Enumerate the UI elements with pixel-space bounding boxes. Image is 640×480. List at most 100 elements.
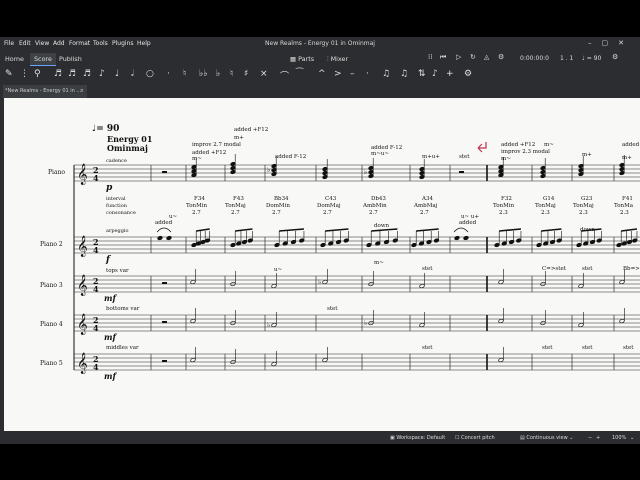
chord-name[interactable]: C43 bbox=[325, 196, 337, 202]
tie-icon[interactable]: ⌒ bbox=[280, 69, 289, 82]
zoom-chevron-down-icon[interactable]: ⌄ bbox=[630, 435, 634, 441]
staff-text-annotation[interactable]: Bb=>st bbox=[623, 266, 640, 272]
chord-name[interactable]: Bb34 bbox=[274, 196, 289, 202]
staff-text-annotation[interactable]: m~u~ bbox=[371, 151, 389, 157]
time-signature-denominator[interactable]: 4 bbox=[93, 362, 99, 372]
notehead[interactable] bbox=[322, 357, 328, 363]
chord-function[interactable]: TonMaj bbox=[573, 203, 594, 209]
rest[interactable] bbox=[162, 171, 167, 173]
staff-text-annotation[interactable]: m+ bbox=[582, 152, 592, 158]
treble-clef-icon[interactable]: 𝄞 bbox=[77, 314, 88, 335]
chord-function[interactable]: TonMin bbox=[493, 203, 514, 209]
staff-text-annotation[interactable]: stet bbox=[422, 345, 433, 351]
fermata-icon[interactable] bbox=[156, 227, 172, 233]
notehead[interactable] bbox=[498, 279, 504, 285]
workspace-selector[interactable]: ▣ Workspace: Default bbox=[390, 435, 445, 441]
chord-function[interactable]: AmbMaj bbox=[413, 203, 438, 209]
chord-consonance[interactable]: 2.7 bbox=[231, 210, 240, 216]
staff-text-annotation[interactable]: improv 2.3 modal bbox=[501, 149, 550, 155]
play-icon[interactable]: ▷ bbox=[456, 53, 461, 61]
staff-text-annotation[interactable]: stet bbox=[459, 154, 470, 160]
eighth-note-icon[interactable]: ♪ bbox=[99, 69, 105, 79]
staff-text-annotation[interactable]: m~ bbox=[192, 156, 202, 162]
time-signature-denominator[interactable]: 4 bbox=[93, 173, 99, 183]
notehead[interactable] bbox=[463, 235, 469, 241]
staff-text-annotation[interactable]: m~ bbox=[544, 142, 554, 148]
chord-function[interactable]: TonMaj bbox=[225, 203, 246, 209]
side-text-consonance[interactable]: consonance bbox=[106, 210, 136, 216]
staff-name-piano-2[interactable]: Piano 2 bbox=[40, 241, 63, 248]
staff-text-annotation[interactable]: added +F12 bbox=[234, 127, 268, 133]
chord-function[interactable]: DomMaj bbox=[317, 203, 341, 209]
notehead[interactable] bbox=[271, 283, 277, 289]
notehead[interactable] bbox=[578, 322, 584, 328]
whole-note-icon[interactable]: ○ bbox=[146, 69, 154, 79]
dynamic-mf-piano-5[interactable]: mf bbox=[104, 371, 117, 381]
staff-text-annotation[interactable]: stet bbox=[623, 345, 634, 351]
chord-consonance[interactable]: 2.7 bbox=[192, 210, 201, 216]
tuplet-icon[interactable]: ♫ bbox=[382, 69, 390, 79]
rest[interactable] bbox=[162, 321, 167, 323]
accent-icon[interactable]: > bbox=[334, 69, 342, 79]
chord-function[interactable]: DomMin bbox=[266, 203, 290, 209]
notehead[interactable] bbox=[166, 235, 172, 241]
side-text-function[interactable]: function bbox=[106, 203, 128, 209]
side-text-interval[interactable]: interval bbox=[106, 196, 126, 202]
staff-text-cadence[interactable]: cadence bbox=[106, 158, 127, 164]
flat-accidental-icon[interactable]: ♭ bbox=[364, 168, 367, 176]
staff-text-annotation[interactable]: stet bbox=[542, 345, 553, 351]
chord-consonance[interactable]: 2.7 bbox=[323, 210, 332, 216]
tempo-marking[interactable]: ♩= 90 bbox=[92, 124, 119, 134]
staff-text-annotation[interactable]: stet bbox=[582, 266, 593, 272]
notehead[interactable] bbox=[322, 279, 328, 285]
natural-icon[interactable]: ♮ bbox=[183, 69, 186, 79]
sixteenth-note-icon[interactable]: ♬ bbox=[83, 69, 91, 79]
augmentation-dot-icon[interactable]: · bbox=[167, 69, 170, 79]
rest[interactable] bbox=[162, 360, 167, 362]
rest[interactable] bbox=[459, 171, 464, 173]
chord-name[interactable]: F41 bbox=[622, 196, 633, 202]
chord-consonance[interactable]: 2.3 bbox=[579, 210, 588, 216]
time-signature-denominator[interactable]: 4 bbox=[93, 284, 99, 294]
dynamic-mf-piano-4[interactable]: mf bbox=[104, 332, 117, 342]
customize-toolbar-icon[interactable]: ⚲ bbox=[34, 69, 41, 79]
chord-function[interactable]: TonMaj bbox=[535, 203, 556, 209]
tenuto-icon[interactable]: – bbox=[350, 69, 355, 79]
dynamic-p[interactable]: p bbox=[106, 183, 113, 193]
chord-function[interactable]: TonMin bbox=[186, 203, 207, 209]
flat-icon[interactable]: ♭ bbox=[216, 69, 220, 79]
chord-function[interactable]: AmbMin bbox=[362, 203, 387, 209]
treble-clef-icon[interactable]: 𝄞 bbox=[77, 164, 88, 185]
staff-text-annotation[interactable]: stet bbox=[327, 306, 338, 312]
parts-button[interactable]: ▦ Parts bbox=[290, 55, 314, 63]
treble-clef-icon[interactable]: 𝄞 bbox=[77, 236, 88, 257]
dynamic-mf-piano-3[interactable]: mf bbox=[104, 293, 117, 303]
notehead[interactable] bbox=[419, 283, 425, 289]
chord-name[interactable]: F43 bbox=[233, 196, 244, 202]
toolbar-settings-icon[interactable]: ⚙ bbox=[464, 69, 472, 79]
zoom-out-icon[interactable]: − bbox=[588, 435, 592, 441]
chord-consonance[interactable]: 2.3 bbox=[499, 210, 508, 216]
slur-icon[interactable]: ⁀ bbox=[296, 69, 303, 79]
double-flat-icon[interactable]: ♭♭ bbox=[199, 69, 208, 79]
staff-text-annotation[interactable]: added bbox=[155, 220, 173, 226]
note-input-pen-icon[interactable]: ✎ bbox=[5, 69, 13, 79]
settings-icon[interactable]: ⚙ bbox=[612, 53, 618, 61]
staff-text-annotation[interactable]: C=>stet bbox=[542, 266, 567, 272]
staff-text-annotation[interactable]: m+ bbox=[234, 135, 244, 141]
flip-direction-icon[interactable]: ⇅ bbox=[418, 69, 426, 79]
sharp-icon[interactable]: ♯ bbox=[244, 69, 248, 79]
treble-clef-icon[interactable]: 𝄞 bbox=[77, 353, 88, 374]
notehead[interactable] bbox=[498, 357, 504, 363]
playback-settings-icon[interactable]: ⚙ bbox=[498, 53, 504, 61]
notehead[interactable] bbox=[578, 283, 584, 289]
staff-text-annotation[interactable]: added + bbox=[622, 142, 640, 148]
notehead[interactable] bbox=[157, 235, 163, 241]
staff-text-annotation[interactable]: m~ bbox=[374, 260, 384, 266]
notehead[interactable] bbox=[498, 318, 504, 324]
chord-name[interactable]: G23 bbox=[581, 196, 593, 202]
notehead[interactable] bbox=[190, 279, 196, 285]
tab-home[interactable]: Home bbox=[5, 55, 24, 63]
staff-text-annotation[interactable]: m~ bbox=[501, 156, 511, 162]
staff-text-annotation[interactable]: added F-12 bbox=[275, 154, 306, 160]
